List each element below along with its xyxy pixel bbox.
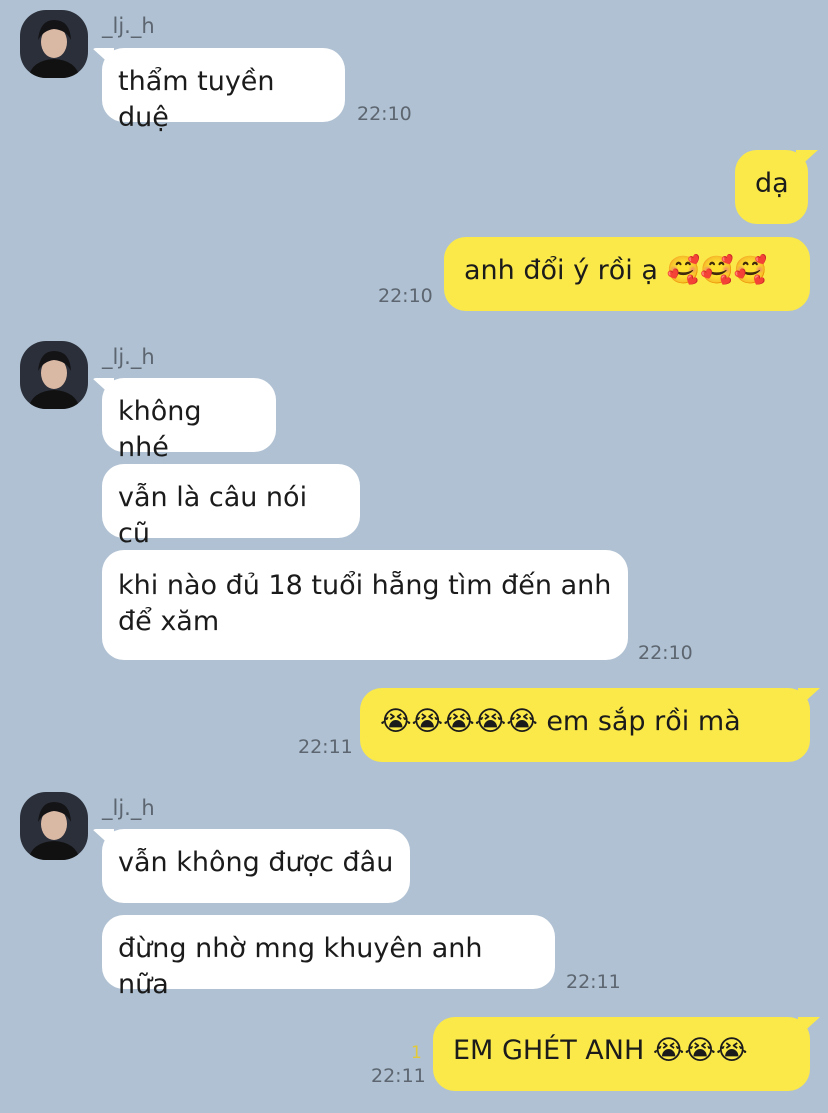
message-bubble-incoming[interactable]: khi nào đủ 18 tuổi hẵng tìm đến anh để x… <box>102 550 628 660</box>
unread-count: 1 <box>411 1043 422 1063</box>
sender-name: _lj._h <box>102 796 155 820</box>
message-bubble-incoming[interactable]: thẩm tuyền duệ <box>102 48 345 133</box>
profile-photo-icon <box>20 10 88 78</box>
sender-name: _lj._h <box>102 14 155 38</box>
message-bubble-incoming[interactable]: không nhé <box>102 378 276 463</box>
message-time: 22:10 <box>357 103 412 125</box>
message-bubble-outgoing[interactable]: EM GHÉT ANH 😭😭😭 <box>433 1017 810 1091</box>
message-bubble-outgoing[interactable]: dạ <box>735 150 808 224</box>
avatar[interactable] <box>20 341 88 409</box>
message-bubble-incoming[interactable]: vẫn là câu nói cũ <box>102 464 360 549</box>
avatar[interactable] <box>20 10 88 78</box>
profile-photo-icon <box>20 792 88 860</box>
message-time: 22:10 <box>638 642 693 664</box>
sender-name: _lj._h <box>102 345 155 369</box>
message-time: 22:10 <box>378 285 433 307</box>
message-bubble-incoming[interactable]: vẫn không được đâu <box>102 829 410 903</box>
message-bubble-incoming[interactable]: đừng nhờ mng khuyên anh nữa <box>102 915 555 1000</box>
message-bubble-outgoing[interactable]: 😭😭😭😭😭 em sắp rồi mà <box>360 688 810 762</box>
avatar[interactable] <box>20 792 88 860</box>
profile-photo-icon <box>20 341 88 409</box>
message-time: 22:11 <box>566 971 621 993</box>
message-time: 22:11 <box>298 736 353 758</box>
message-time: 22:11 <box>371 1065 426 1087</box>
message-bubble-outgoing[interactable]: anh đổi ý rồi ạ 🥰🥰🥰 <box>444 237 810 311</box>
